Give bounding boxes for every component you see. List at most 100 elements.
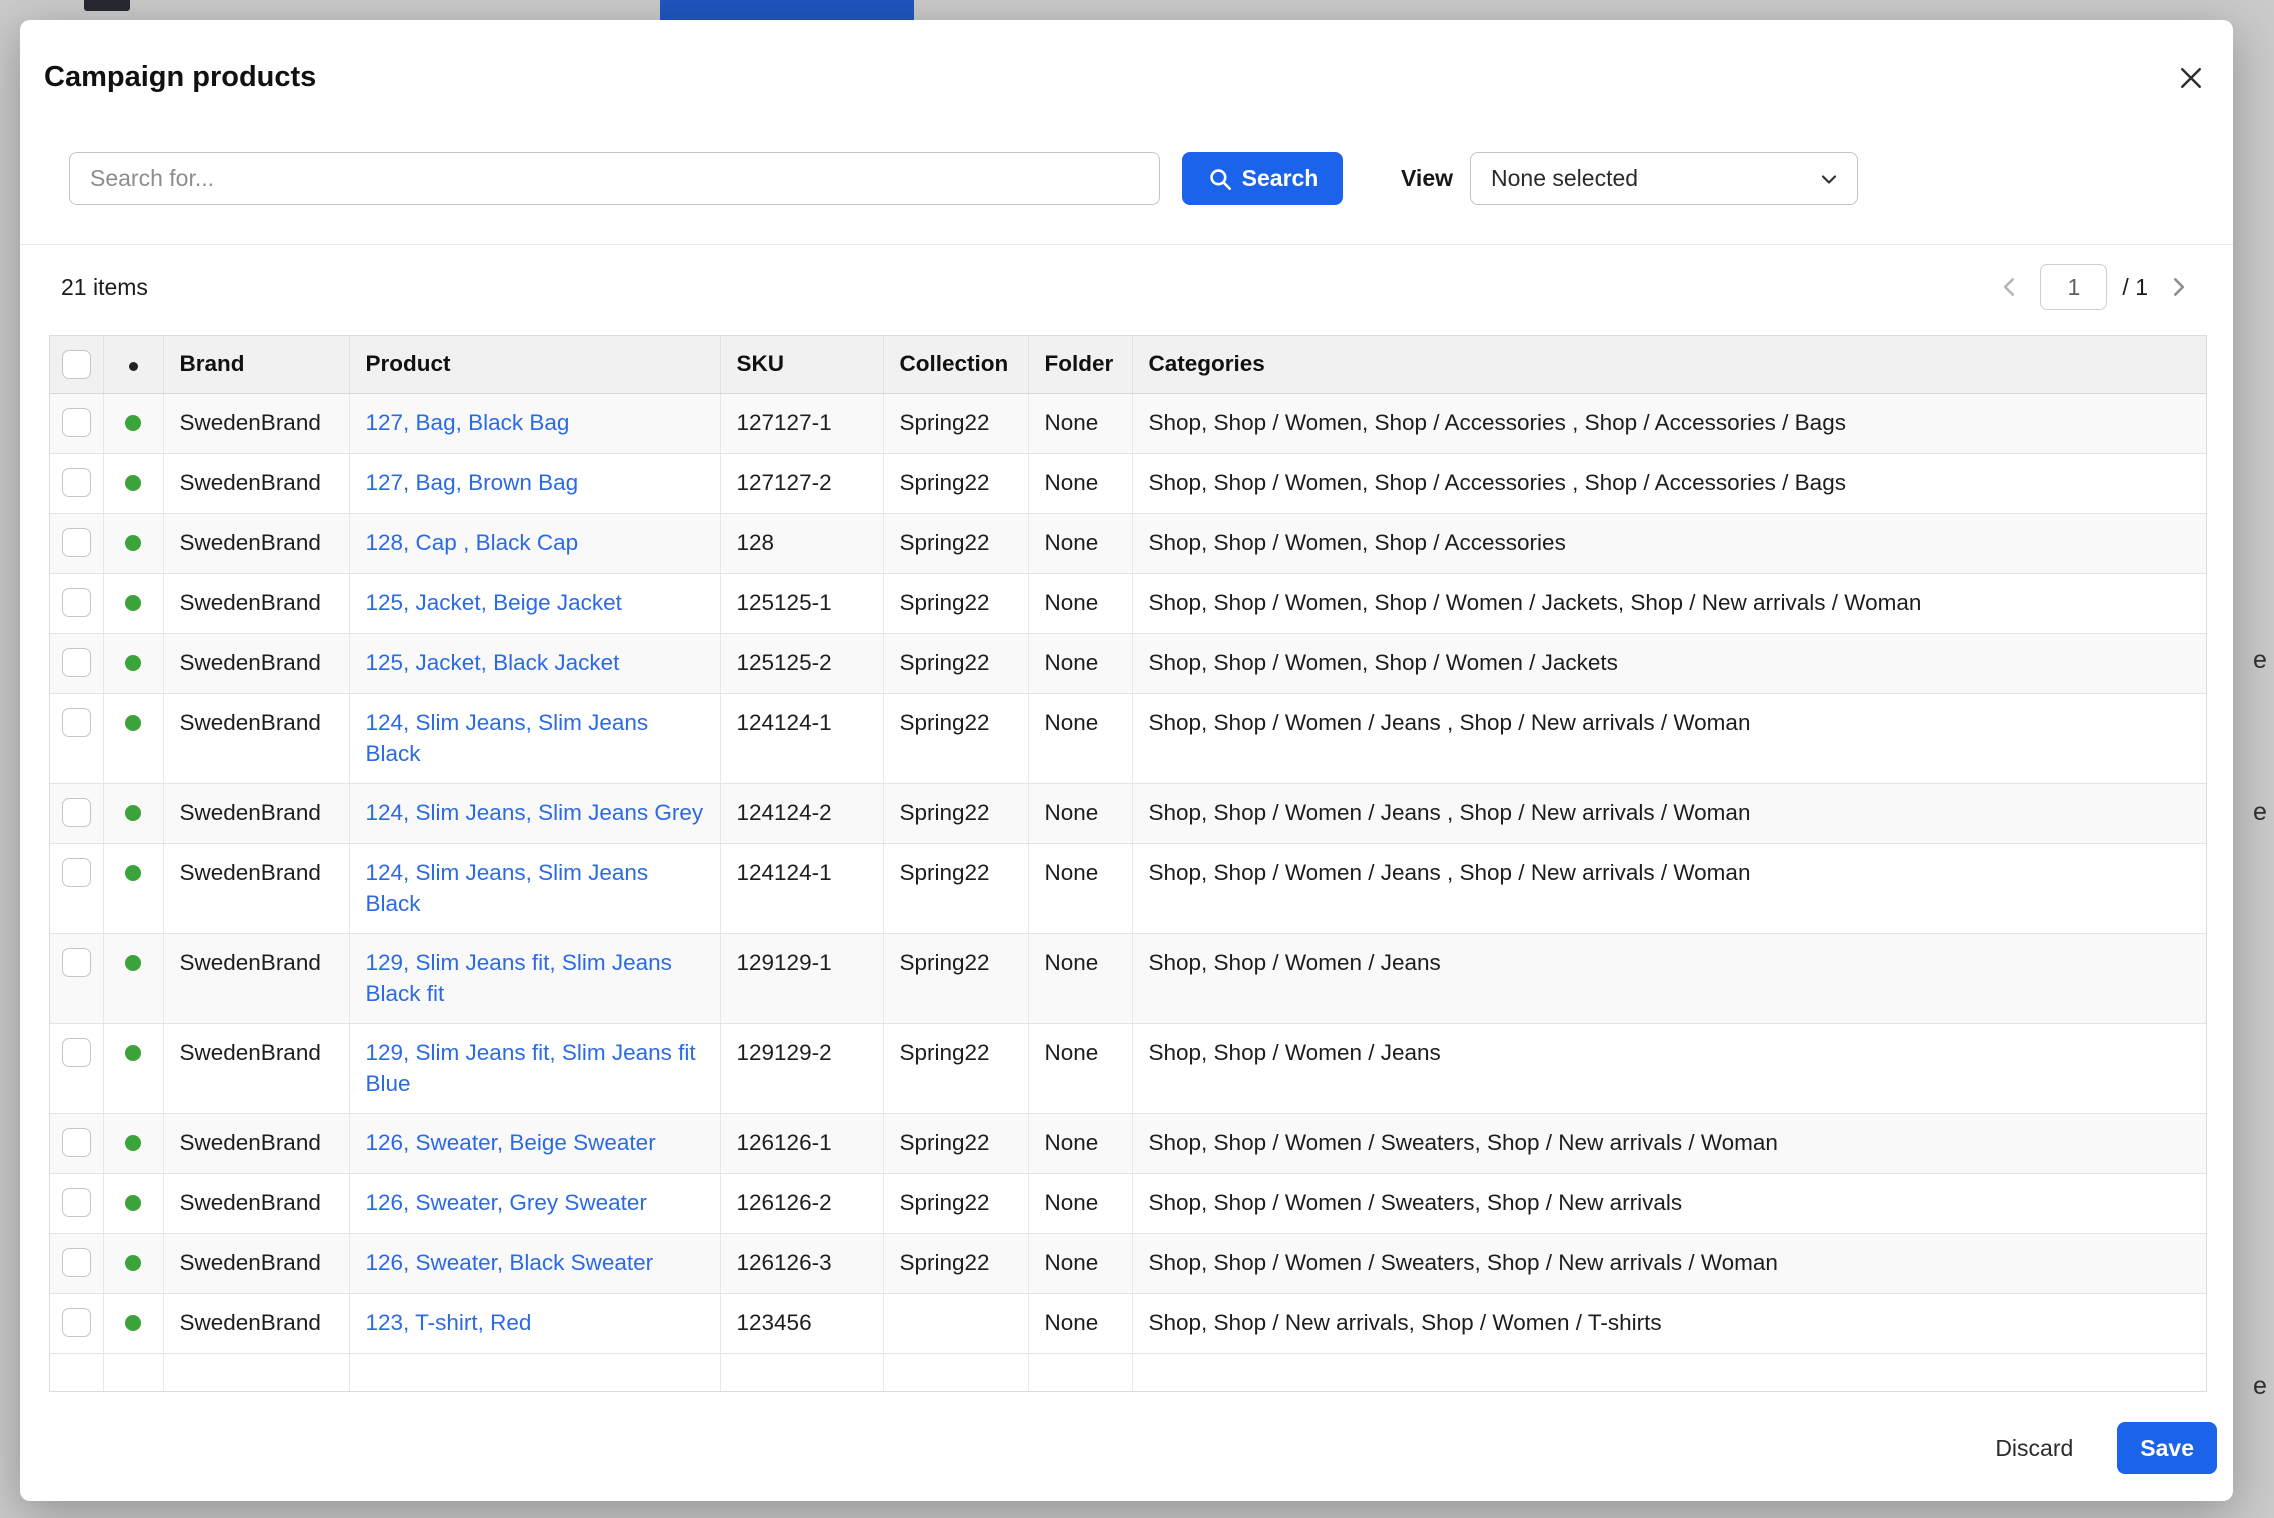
collection-cell: Spring22 bbox=[883, 783, 1028, 843]
brand-cell: SwedenBrand bbox=[163, 693, 349, 783]
column-header-collection: Collection bbox=[883, 336, 1028, 393]
table-row: SwedenBrand 126, Sweater, Beige Sweater … bbox=[50, 1113, 2206, 1173]
row-checkbox[interactable] bbox=[62, 588, 91, 617]
search-button-label: Search bbox=[1242, 165, 1319, 192]
collection-cell: Spring22 bbox=[883, 573, 1028, 633]
folder-cell: None bbox=[1028, 1293, 1132, 1353]
table-row: SwedenBrand 127, Bag, Brown Bag 127127-2… bbox=[50, 453, 2206, 513]
table-row: SwedenBrand 124, Slim Jeans, Slim Jeans … bbox=[50, 783, 2206, 843]
close-button[interactable] bbox=[2171, 58, 2211, 98]
row-checkbox[interactable] bbox=[62, 1128, 91, 1157]
sku-cell: 123456 bbox=[720, 1293, 883, 1353]
product-link[interactable]: 125, Jacket, Beige Jacket bbox=[366, 590, 622, 615]
brand-cell: SwedenBrand bbox=[163, 453, 349, 513]
row-checkbox[interactable] bbox=[62, 1038, 91, 1067]
row-checkbox[interactable] bbox=[62, 648, 91, 677]
product-link[interactable]: 129, Slim Jeans fit, Slim Jeans Black fi… bbox=[366, 950, 672, 1006]
categories-cell: Shop, Shop / Women / Sweaters, Shop / Ne… bbox=[1132, 1173, 2206, 1233]
prev-page-button[interactable] bbox=[1995, 272, 2025, 302]
collection-cell: Spring22 bbox=[883, 633, 1028, 693]
sku-cell: 129129-1 bbox=[720, 933, 883, 1023]
categories-cell: Shop, Shop / Women / Jeans , Shop / New … bbox=[1132, 783, 2206, 843]
sku-cell: 124124-1 bbox=[720, 693, 883, 783]
folder-cell: None bbox=[1028, 1173, 1132, 1233]
brand-cell: SwedenBrand bbox=[163, 1023, 349, 1113]
items-count: 21 items bbox=[61, 274, 148, 301]
folder-cell: None bbox=[1028, 513, 1132, 573]
row-checkbox[interactable] bbox=[62, 1248, 91, 1277]
folder-cell: None bbox=[1028, 1023, 1132, 1113]
column-header-categories: Categories bbox=[1132, 336, 2206, 393]
product-link[interactable]: 126, Sweater, Beige Sweater bbox=[366, 1130, 656, 1155]
product-link[interactable]: 124, Slim Jeans, Slim Jeans Black bbox=[366, 860, 649, 916]
status-dot-icon bbox=[125, 655, 141, 671]
brand-cell: SwedenBrand bbox=[163, 633, 349, 693]
search-button[interactable]: Search bbox=[1182, 152, 1343, 205]
row-checkbox[interactable] bbox=[62, 408, 91, 437]
page-number-input[interactable] bbox=[2040, 264, 2107, 310]
discard-button[interactable]: Discard bbox=[1989, 1434, 2079, 1463]
collection-cell: Spring22 bbox=[883, 1173, 1028, 1233]
row-checkbox[interactable] bbox=[62, 948, 91, 977]
categories-cell: Shop, Shop / New arrivals, Shop / Women … bbox=[1132, 1293, 2206, 1353]
folder-cell: None bbox=[1028, 843, 1132, 933]
table-row: SwedenBrand 129, Slim Jeans fit, Slim Je… bbox=[50, 933, 2206, 1023]
select-all-checkbox[interactable] bbox=[62, 350, 91, 379]
row-checkbox[interactable] bbox=[62, 798, 91, 827]
chevron-down-icon bbox=[1817, 167, 1841, 191]
table-row: SwedenBrand 124, Slim Jeans, Slim Jeans … bbox=[50, 693, 2206, 783]
column-header-sku: SKU bbox=[720, 336, 883, 393]
sku-cell: 127127-1 bbox=[720, 393, 883, 453]
collection-cell: Spring22 bbox=[883, 843, 1028, 933]
row-checkbox[interactable] bbox=[62, 708, 91, 737]
table-row: SwedenBrand 128, Cap , Black Cap 128 Spr… bbox=[50, 513, 2206, 573]
categories-cell: Shop, Shop / Women, Shop / Accessories bbox=[1132, 513, 2206, 573]
folder-cell: None bbox=[1028, 393, 1132, 453]
next-page-button[interactable] bbox=[2163, 272, 2193, 302]
status-dot-icon bbox=[125, 1135, 141, 1151]
collection-cell: Spring22 bbox=[883, 1023, 1028, 1113]
product-link[interactable]: 124, Slim Jeans, Slim Jeans Black bbox=[366, 710, 649, 766]
collection-cell: Spring22 bbox=[883, 1113, 1028, 1173]
row-checkbox[interactable] bbox=[62, 1308, 91, 1337]
product-link[interactable]: 129, Slim Jeans fit, Slim Jeans fit Blue bbox=[366, 1040, 696, 1096]
collection-cell: Spring22 bbox=[883, 1233, 1028, 1293]
collection-cell: Spring22 bbox=[883, 513, 1028, 573]
categories-cell: Shop, Shop / Women / Sweaters, Shop / Ne… bbox=[1132, 1233, 2206, 1293]
sku-cell: 126126-1 bbox=[720, 1113, 883, 1173]
product-link[interactable]: 128, Cap , Black Cap bbox=[366, 530, 579, 555]
product-link[interactable]: 124, Slim Jeans, Slim Jeans Grey bbox=[366, 800, 704, 825]
search-input[interactable] bbox=[69, 152, 1160, 205]
brand-cell: SwedenBrand bbox=[163, 573, 349, 633]
sku-cell: 125125-2 bbox=[720, 633, 883, 693]
product-link[interactable]: 127, Bag, Black Bag bbox=[366, 410, 570, 435]
product-link[interactable]: 126, Sweater, Black Sweater bbox=[366, 1250, 654, 1275]
brand-cell: SwedenBrand bbox=[163, 783, 349, 843]
divider bbox=[20, 244, 2233, 245]
view-select[interactable]: None selected bbox=[1470, 152, 1858, 205]
row-checkbox[interactable] bbox=[62, 528, 91, 557]
save-button[interactable]: Save bbox=[2117, 1422, 2217, 1474]
collection-cell: Spring22 bbox=[883, 933, 1028, 1023]
view-select-value: None selected bbox=[1491, 165, 1638, 192]
chevron-right-icon bbox=[2165, 274, 2191, 300]
campaign-products-modal: Campaign products Search View None selec… bbox=[20, 20, 2233, 1501]
categories-cell: Shop, Shop / Women, Shop / Women / Jacke… bbox=[1132, 573, 2206, 633]
products-table-container: Brand Product SKU Collection Folder Cate… bbox=[49, 335, 2207, 1392]
row-checkbox[interactable] bbox=[62, 1188, 91, 1217]
folder-cell: None bbox=[1028, 783, 1132, 843]
categories-cell: Shop, Shop / Women / Sweaters, Shop / Ne… bbox=[1132, 1113, 2206, 1173]
pagination: / 1 bbox=[1995, 264, 2193, 310]
folder-cell: None bbox=[1028, 633, 1132, 693]
sku-cell: 126126-2 bbox=[720, 1173, 883, 1233]
row-checkbox[interactable] bbox=[62, 858, 91, 887]
product-link[interactable]: 127, Bag, Brown Bag bbox=[366, 470, 579, 495]
product-link[interactable]: 125, Jacket, Black Jacket bbox=[366, 650, 620, 675]
product-link[interactable]: 123, T-shirt, Red bbox=[366, 1310, 532, 1335]
close-icon bbox=[2176, 63, 2206, 93]
product-link[interactable]: 126, Sweater, Grey Sweater bbox=[366, 1190, 647, 1215]
categories-cell: Shop, Shop / Women / Jeans , Shop / New … bbox=[1132, 693, 2206, 783]
folder-cell: None bbox=[1028, 573, 1132, 633]
status-dot-icon bbox=[125, 475, 141, 491]
row-checkbox[interactable] bbox=[62, 468, 91, 497]
